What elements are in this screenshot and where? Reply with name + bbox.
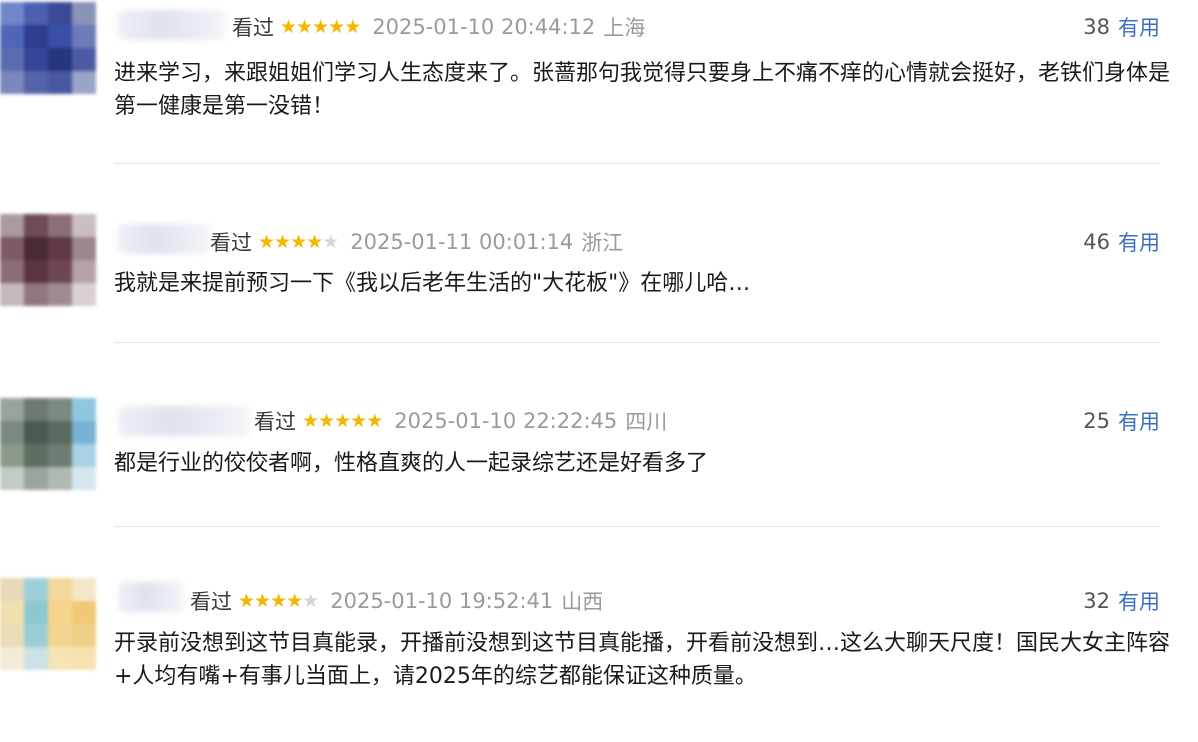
comment-time: 2025-01-10 20:44:12: [372, 15, 596, 39]
star-filled-icon: ★: [258, 231, 275, 253]
comment-location: 四川: [625, 410, 668, 434]
useful-count: 46: [1083, 230, 1110, 254]
divider: [114, 526, 1160, 527]
watched-label: 看过: [190, 590, 232, 614]
useful-button[interactable]: 有用: [1118, 586, 1160, 616]
star-rating: ★ ★ ★ ★ ★: [280, 16, 361, 38]
useful-count: 32: [1083, 589, 1110, 613]
avatar[interactable]: [0, 2, 96, 94]
watched-label: 看过: [254, 410, 296, 434]
star-filled-icon: ★: [290, 231, 307, 253]
watched-label: 看过: [210, 231, 252, 255]
comment-meta: 看过 ★ ★ ★ ★ ★ 2025-01-10 19:52:41 山西: [190, 586, 603, 616]
star-filled-icon: ★: [296, 16, 313, 38]
useful-button[interactable]: 有用: [1118, 12, 1160, 42]
useful-vote: 46 有用: [1083, 227, 1160, 257]
useful-count: 25: [1083, 409, 1110, 433]
username-blurred[interactable]: [118, 406, 250, 436]
star-filled-icon: ★: [328, 16, 345, 38]
star-filled-icon: ★: [274, 231, 291, 253]
comment-location: 山西: [561, 590, 604, 614]
username-blurred[interactable]: [118, 10, 226, 40]
comment-location: 浙江: [581, 231, 624, 255]
star-empty-icon: ★: [322, 231, 339, 253]
avatar[interactable]: [0, 214, 96, 306]
star-filled-icon: ★: [280, 16, 297, 38]
star-filled-icon: ★: [302, 410, 319, 432]
star-rating: ★ ★ ★ ★ ★: [258, 231, 339, 253]
comment-meta: 看过 ★ ★ ★ ★ ★ 2025-01-11 00:01:14 浙江: [210, 227, 623, 257]
comment-time: 2025-01-10 19:52:41: [330, 589, 554, 613]
star-filled-icon: ★: [270, 590, 287, 612]
star-rating: ★ ★ ★ ★ ★: [238, 590, 319, 612]
comment-time: 2025-01-10 22:22:45: [394, 409, 618, 433]
star-empty-icon: ★: [302, 590, 319, 612]
star-filled-icon: ★: [286, 590, 303, 612]
star-filled-icon: ★: [350, 410, 367, 432]
star-filled-icon: ★: [334, 410, 351, 432]
useful-vote: 32 有用: [1083, 586, 1160, 616]
username-blurred[interactable]: [118, 224, 210, 254]
comment-meta: 看过 ★ ★ ★ ★ ★ 2025-01-10 22:22:45 四川: [254, 406, 667, 436]
star-filled-icon: ★: [318, 410, 335, 432]
comment-text: 开录前没想到这节目真能录，开播前没想到这节目真能播，开看前没想到…这么大聊天尺度…: [114, 631, 1171, 689]
useful-button[interactable]: 有用: [1118, 406, 1160, 436]
star-filled-icon: ★: [254, 590, 271, 612]
comment-location: 上海: [603, 16, 646, 40]
useful-button[interactable]: 有用: [1118, 227, 1160, 257]
useful-vote: 38 有用: [1083, 12, 1160, 42]
comment-meta: 看过 ★ ★ ★ ★ ★ 2025-01-10 20:44:12 上海: [232, 12, 645, 42]
comment-text: 进来学习，来跟姐姐们学习人生态度来了。张蔷那句我觉得只要身上不痛不痒的心情就会挺…: [114, 61, 1171, 119]
avatar[interactable]: [0, 578, 96, 670]
divider: [114, 163, 1160, 164]
comment-text: 我就是来提前预习一下《我以后老年生活的"大花板"》在哪儿哈…: [114, 271, 751, 296]
useful-vote: 25 有用: [1083, 406, 1160, 436]
star-filled-icon: ★: [238, 590, 255, 612]
avatar[interactable]: [0, 398, 96, 490]
star-filled-icon: ★: [366, 410, 383, 432]
comment-time: 2025-01-11 00:01:14: [350, 230, 574, 254]
comment-text: 都是行业的佼佼者啊，性格直爽的人一起录综艺还是好看多了: [114, 451, 709, 476]
divider: [114, 342, 1160, 343]
useful-count: 38: [1083, 15, 1110, 39]
username-blurred[interactable]: [118, 582, 184, 612]
watched-label: 看过: [232, 16, 274, 40]
star-filled-icon: ★: [312, 16, 329, 38]
star-filled-icon: ★: [306, 231, 323, 253]
star-filled-icon: ★: [344, 16, 361, 38]
star-rating: ★ ★ ★ ★ ★: [302, 410, 383, 432]
